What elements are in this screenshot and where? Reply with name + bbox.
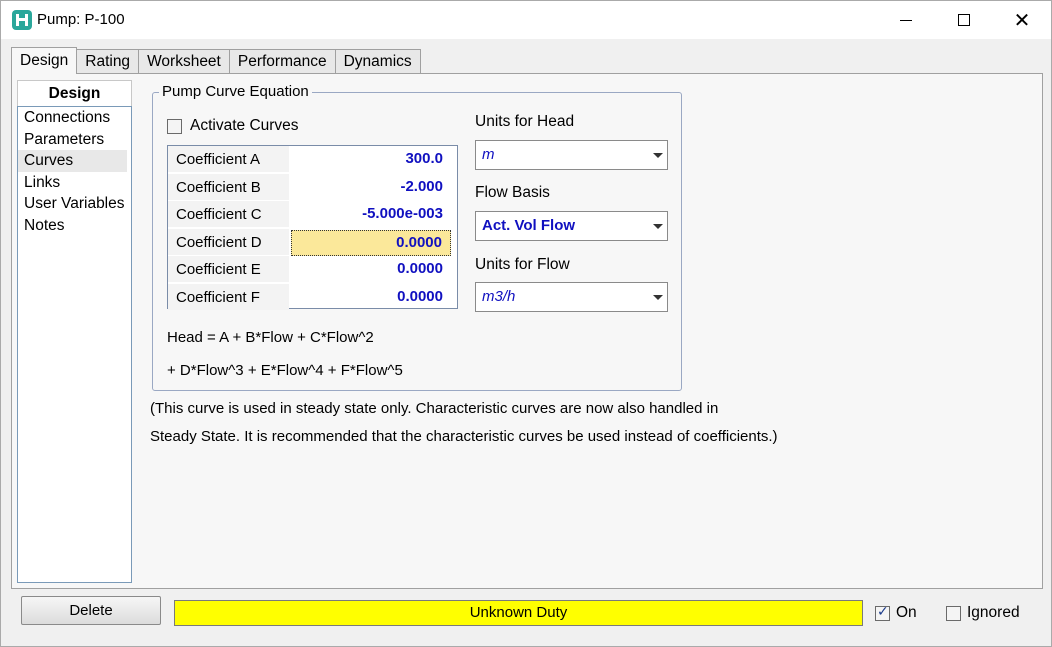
coefficient-f-value[interactable]: 0.0000	[290, 285, 451, 311]
steady-state-note-line-1: (This curve is used in steady state only…	[150, 400, 719, 417]
app-icon	[12, 10, 32, 30]
delete-button[interactable]: Delete	[21, 596, 161, 625]
coefficient-c-value[interactable]: -5.000e-003	[290, 202, 451, 228]
design-nav-list: Connections Parameters Curves Links User…	[17, 106, 132, 583]
nav-item-notes[interactable]: Notes	[18, 215, 131, 237]
coefficient-table: Coefficient A 300.0 Coefficient B -2.000…	[167, 145, 458, 312]
flow-basis-dropdown[interactable]: Act. Vol Flow	[475, 211, 668, 241]
table-row: Coefficient A 300.0	[168, 146, 457, 174]
design-tab-panel: Design Connections Parameters Curves Lin…	[11, 73, 1043, 589]
flow-basis-label: Flow Basis	[475, 184, 550, 201]
steady-state-note-line-2: Steady State. It is recommended that the…	[150, 428, 778, 445]
table-row: Coefficient E 0.0000	[168, 256, 457, 284]
tab-dynamics[interactable]: Dynamics	[334, 49, 421, 74]
coefficient-b-value[interactable]: -2.000	[290, 175, 451, 201]
units-for-flow-dropdown[interactable]: m3/h	[475, 282, 668, 312]
equation-line-2: + D*Flow^3 + E*Flow^4 + F*Flow^5	[167, 362, 403, 379]
coefficient-d-label: Coefficient D	[168, 228, 289, 255]
minimize-icon	[900, 19, 912, 21]
chevron-down-icon	[653, 224, 663, 229]
group-title: Pump Curve Equation	[159, 83, 312, 100]
minimize-button[interactable]	[877, 1, 935, 39]
checkbox-icon[interactable]	[167, 118, 182, 134]
maximize-icon	[958, 14, 970, 26]
close-icon: ✕	[1013, 9, 1031, 32]
nav-item-curves[interactable]: Curves	[18, 150, 127, 172]
on-checkbox[interactable]: On	[875, 604, 917, 622]
table-row: Coefficient C -5.000e-003	[168, 201, 457, 229]
status-bar: Unknown Duty	[174, 600, 863, 626]
nav-item-connections[interactable]: Connections	[18, 107, 131, 129]
coefficient-f-label: Coefficient F	[168, 283, 289, 310]
coefficient-e-label: Coefficient E	[168, 256, 289, 282]
nav-header: Design	[17, 80, 132, 106]
tab-design[interactable]: Design	[11, 47, 78, 74]
coefficient-a-value[interactable]: 300.0	[290, 147, 451, 173]
tab-performance[interactable]: Performance	[228, 49, 336, 74]
chevron-down-icon	[653, 153, 663, 158]
tab-worksheet[interactable]: Worksheet	[138, 49, 230, 74]
activate-curves-label: Activate Curves	[190, 117, 299, 134]
units-for-head-value: m	[482, 146, 495, 163]
checkbox-icon[interactable]	[946, 605, 961, 621]
coefficient-e-value[interactable]: 0.0000	[290, 257, 451, 283]
ignored-checkbox[interactable]: Ignored	[946, 604, 1020, 622]
table-row: Coefficient F 0.0000	[168, 283, 457, 312]
units-for-flow-label: Units for Flow	[475, 256, 570, 273]
activate-curves-checkbox[interactable]: Activate Curves	[167, 117, 299, 135]
coefficient-b-label: Coefficient B	[168, 173, 289, 200]
pump-curve-equation-group: Pump Curve Equation Activate Curves Coef…	[152, 83, 682, 391]
coefficient-d-value[interactable]: 0.0000	[291, 229, 451, 256]
flow-basis-value: Act. Vol Flow	[482, 217, 576, 234]
units-for-head-label: Units for Head	[475, 113, 575, 130]
close-button[interactable]: ✕	[993, 1, 1051, 39]
window-title: Pump: P-100	[37, 11, 125, 28]
on-label: On	[896, 604, 917, 621]
table-row: Coefficient B -2.000	[168, 173, 457, 202]
chevron-down-icon	[653, 295, 663, 300]
table-row: Coefficient D 0.0000	[168, 228, 457, 257]
tab-strip: Design Rating Worksheet Performance Dyna…	[11, 47, 421, 74]
tab-rating[interactable]: Rating	[76, 49, 140, 74]
maximize-button[interactable]	[935, 1, 993, 39]
units-for-head-dropdown[interactable]: m	[475, 140, 668, 170]
coefficient-a-label: Coefficient A	[168, 146, 289, 172]
checkbox-checked-icon[interactable]	[875, 604, 890, 621]
equation-line-1: Head = A + B*Flow + C*Flow^2	[167, 329, 374, 346]
ignored-label: Ignored	[967, 604, 1020, 621]
nav-item-user-variables[interactable]: User Variables	[18, 193, 131, 215]
nav-item-parameters[interactable]: Parameters	[18, 129, 131, 151]
units-for-flow-value: m3/h	[482, 288, 516, 305]
pump-window: Pump: P-100 ✕ Design Rating Worksheet Pe…	[0, 0, 1052, 647]
coefficient-c-label: Coefficient C	[168, 201, 289, 227]
nav-item-links[interactable]: Links	[18, 172, 131, 194]
title-bar: Pump: P-100 ✕	[1, 1, 1051, 39]
